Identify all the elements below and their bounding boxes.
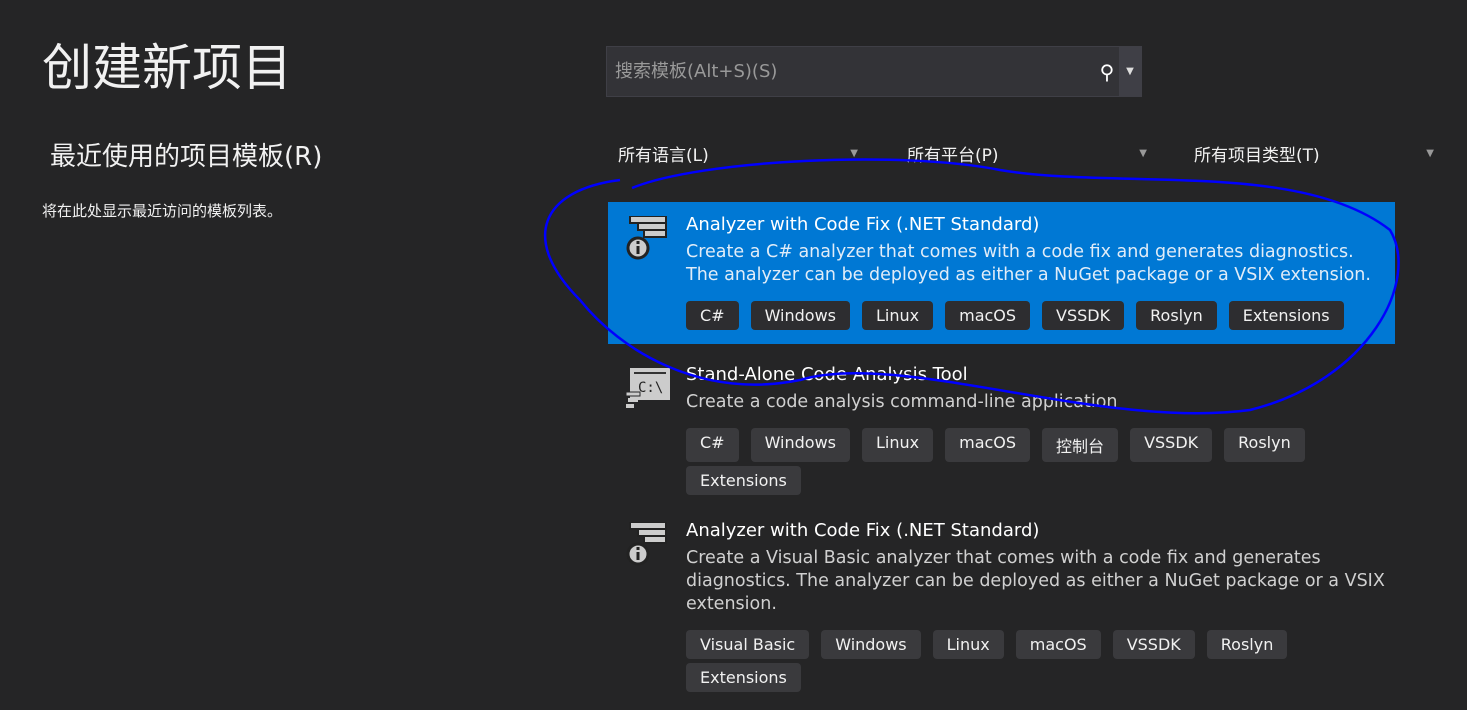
search-options-dropdown[interactable]: ▼ — [1119, 47, 1141, 96]
tag: Roslyn — [1206, 630, 1288, 659]
template-item[interactable]: Analyzer with Code Fix (.NET Standard) C… — [608, 202, 1395, 344]
tag: Roslyn — [1136, 301, 1217, 330]
tag: Roslyn — [1224, 428, 1305, 462]
tag: VSSDK — [1130, 428, 1213, 462]
template-description: Create a C# analyzer that comes with a c… — [686, 242, 1371, 285]
template-tags: C# Windows Linux macOS VSSDK Roslyn Extensions — [686, 301, 1386, 330]
recent-templates-heading: 最近使用的项目模板(R) — [50, 142, 323, 172]
tag: Extensions — [1228, 301, 1344, 330]
template-name: Stand-Alone Code Analysis Tool — [686, 364, 968, 385]
console-icon: C:\ — [625, 366, 672, 416]
recent-templates-empty-text: 将在此处显示最近访问的模板列表。 — [42, 202, 283, 220]
tag: Windows — [750, 428, 850, 462]
project-type-filter-label: 所有项目类型(T) — [1194, 145, 1320, 166]
tag: Visual Basic — [686, 630, 810, 659]
template-item[interactable]: C:\ Stand-Alone Code Analysis Tool Creat… — [608, 352, 1395, 495]
chevron-down-icon: ▼ — [1426, 147, 1434, 159]
template-tags: C# Windows Linux macOS 控制台 VSSDK Roslyn Extensi… — [686, 428, 1386, 495]
analyzer-icon — [626, 521, 672, 572]
project-type-filter[interactable]: 所有项目类型(T) ▼ — [1194, 140, 1434, 166]
template-description: Create a Visual Basic analyzer that come… — [686, 548, 1385, 614]
chevron-down-icon: ▼ — [850, 147, 858, 159]
tag: Linux — [932, 630, 1004, 659]
tag: macOS — [945, 301, 1031, 330]
page-title: 创建新项目 — [42, 39, 292, 97]
platform-filter[interactable]: 所有平台(P) ▼ — [907, 140, 1147, 166]
template-name: Analyzer with Code Fix (.NET Standard) — [686, 520, 1040, 541]
tag: C# — [686, 428, 739, 462]
template-item[interactable]: Analyzer with Code Fix (.NET Standard) C… — [608, 508, 1395, 692]
language-filter-label: 所有语言(L) — [618, 145, 709, 166]
tag: Linux — [862, 301, 934, 330]
tag: Extensions — [686, 466, 801, 495]
template-name: Analyzer with Code Fix (.NET Standard) — [686, 214, 1040, 235]
chevron-down-icon: ▼ — [1139, 147, 1147, 159]
analyzer-icon — [626, 215, 672, 266]
tag: VSSDK — [1042, 301, 1125, 330]
tag: Windows — [821, 630, 921, 659]
language-filter[interactable]: 所有语言(L) ▼ — [618, 140, 858, 166]
tag: 控制台 — [1042, 428, 1119, 462]
search-icon[interactable]: ⚲ — [1095, 60, 1119, 84]
tag: macOS — [945, 428, 1031, 462]
template-tags: Visual Basic Windows Linux macOS VSSDK Roslyn… — [686, 630, 1386, 692]
tag: Linux — [862, 428, 934, 462]
search-input[interactable] — [607, 47, 1095, 96]
tag: VSSDK — [1112, 630, 1195, 659]
tag: C# — [686, 301, 739, 330]
template-description: Create a code analysis command-line appl… — [686, 392, 1118, 412]
platform-filter-label: 所有平台(P) — [907, 145, 999, 166]
tag: macOS — [1015, 630, 1101, 659]
svg-text:C:\: C:\ — [638, 380, 663, 396]
tag: Extensions — [686, 663, 801, 692]
tag: Windows — [750, 301, 850, 330]
search-box[interactable]: ⚲ ▼ — [606, 46, 1142, 97]
